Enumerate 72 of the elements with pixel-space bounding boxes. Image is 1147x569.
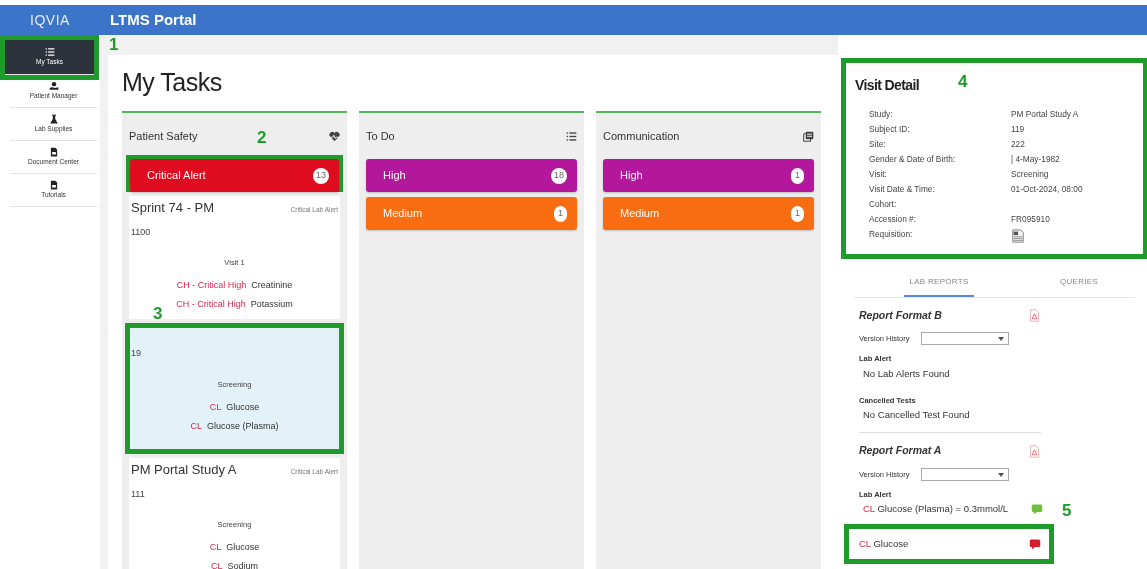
- copy-icon: [803, 130, 814, 142]
- document-icon: [48, 180, 59, 191]
- annotation-number: 2: [257, 129, 267, 146]
- subject-id: 111: [131, 487, 146, 501]
- field-label: Study:: [869, 108, 894, 121]
- caret-icon: [998, 472, 1005, 477]
- task-bucket-button[interactable]: High 1: [603, 159, 814, 192]
- page-title: My Tasks: [122, 67, 223, 97]
- column-title: Communication: [603, 128, 680, 144]
- field-value: 119: [1011, 122, 1026, 136]
- result-line: CH - Critical High Potassium: [176, 298, 293, 312]
- count-badge: 1: [791, 167, 804, 184]
- panel-title: Visit Detail: [855, 76, 920, 95]
- count-badge: 1: [554, 205, 567, 222]
- field-label: Requisition:: [869, 227, 914, 241]
- field-value: 222: [1011, 137, 1026, 151]
- count-badge: 18: [551, 167, 567, 184]
- file-icon: [1011, 227, 1025, 244]
- annotation-number: 3: [153, 305, 163, 322]
- field-label: Cohort:: [869, 197, 898, 211]
- brand-logo: IQVIA: [29, 10, 71, 30]
- flask-icon: [48, 114, 59, 125]
- annotation-number: 4: [958, 73, 968, 90]
- count-badge: 1: [791, 205, 804, 222]
- alert-text: CL Glucose: [859, 536, 909, 551]
- heart-pulse-icon: [329, 130, 340, 142]
- field-value: Screening: [1011, 167, 1050, 181]
- result-line: CL Glucose (Plasma): [190, 419, 279, 433]
- result-line: CH - Critical High Creatinine: [176, 279, 293, 293]
- field-value: PM Portal Study A: [1011, 108, 1080, 121]
- report-title: Report Format B: [859, 307, 942, 323]
- pdf-icon: [1028, 307, 1041, 323]
- column-title: Patient Safety: [129, 128, 198, 144]
- task-bucket-button[interactable]: Medium 1: [603, 197, 814, 230]
- field-label: Accession #:: [869, 212, 918, 225]
- document-icon: [48, 147, 59, 158]
- tab[interactable]: QUERIES: [1044, 267, 1114, 297]
- alert-title: PM Portal Study A: [131, 461, 237, 479]
- field-label: Site:: [869, 137, 887, 151]
- count-badge: 13: [313, 167, 329, 184]
- subject-id: 19: [131, 347, 142, 360]
- result-line: CL Glucose: [209, 400, 260, 414]
- column-title: To Do: [366, 128, 395, 144]
- task-bucket-button[interactable]: Critical Alert 13: [130, 159, 339, 192]
- tab[interactable]: LAB REPORTS: [904, 267, 974, 297]
- app-title: LTMS Portal: [110, 9, 197, 30]
- list-icon: [566, 130, 577, 142]
- pdf-icon: [1028, 443, 1041, 459]
- caret-icon: [998, 336, 1005, 341]
- list-icon: [44, 47, 55, 58]
- subject-id: 1100: [131, 225, 152, 239]
- field-label: Gender & Date of Birth:: [869, 152, 957, 166]
- status-text: No Cancelled Test Found: [863, 408, 970, 422]
- annotation-number: 1: [109, 36, 119, 53]
- field-label: Subject ID:: [869, 122, 911, 136]
- alert-title: Sprint 74 - PM: [131, 199, 215, 217]
- result-line: CL Glucose: [209, 541, 260, 555]
- alert-text: CL Glucose (Plasma) = 0.3mmol/L: [863, 502, 1009, 517]
- field-value: 01-Oct-2024, 08:00: [1011, 182, 1084, 196]
- task-bucket-button[interactable]: High 18: [366, 159, 577, 192]
- field-label: Visit Date & Time:: [869, 182, 936, 196]
- version-dropdown[interactable]: [921, 468, 1010, 481]
- result-line: CL Sodium: [210, 560, 258, 569]
- version-dropdown[interactable]: [921, 332, 1010, 346]
- hand-icon: [48, 81, 59, 92]
- task-bucket-button[interactable]: Medium 1: [366, 197, 577, 230]
- annotation-number: 5: [1062, 501, 1072, 519]
- report-title: Report Format A: [859, 443, 942, 459]
- field-value: FR095910: [1011, 212, 1051, 225]
- field-label: Visit:: [869, 167, 888, 181]
- status-text: No Lab Alerts Found: [863, 366, 950, 381]
- field-value: | 4-May-1982: [1011, 152, 1061, 166]
